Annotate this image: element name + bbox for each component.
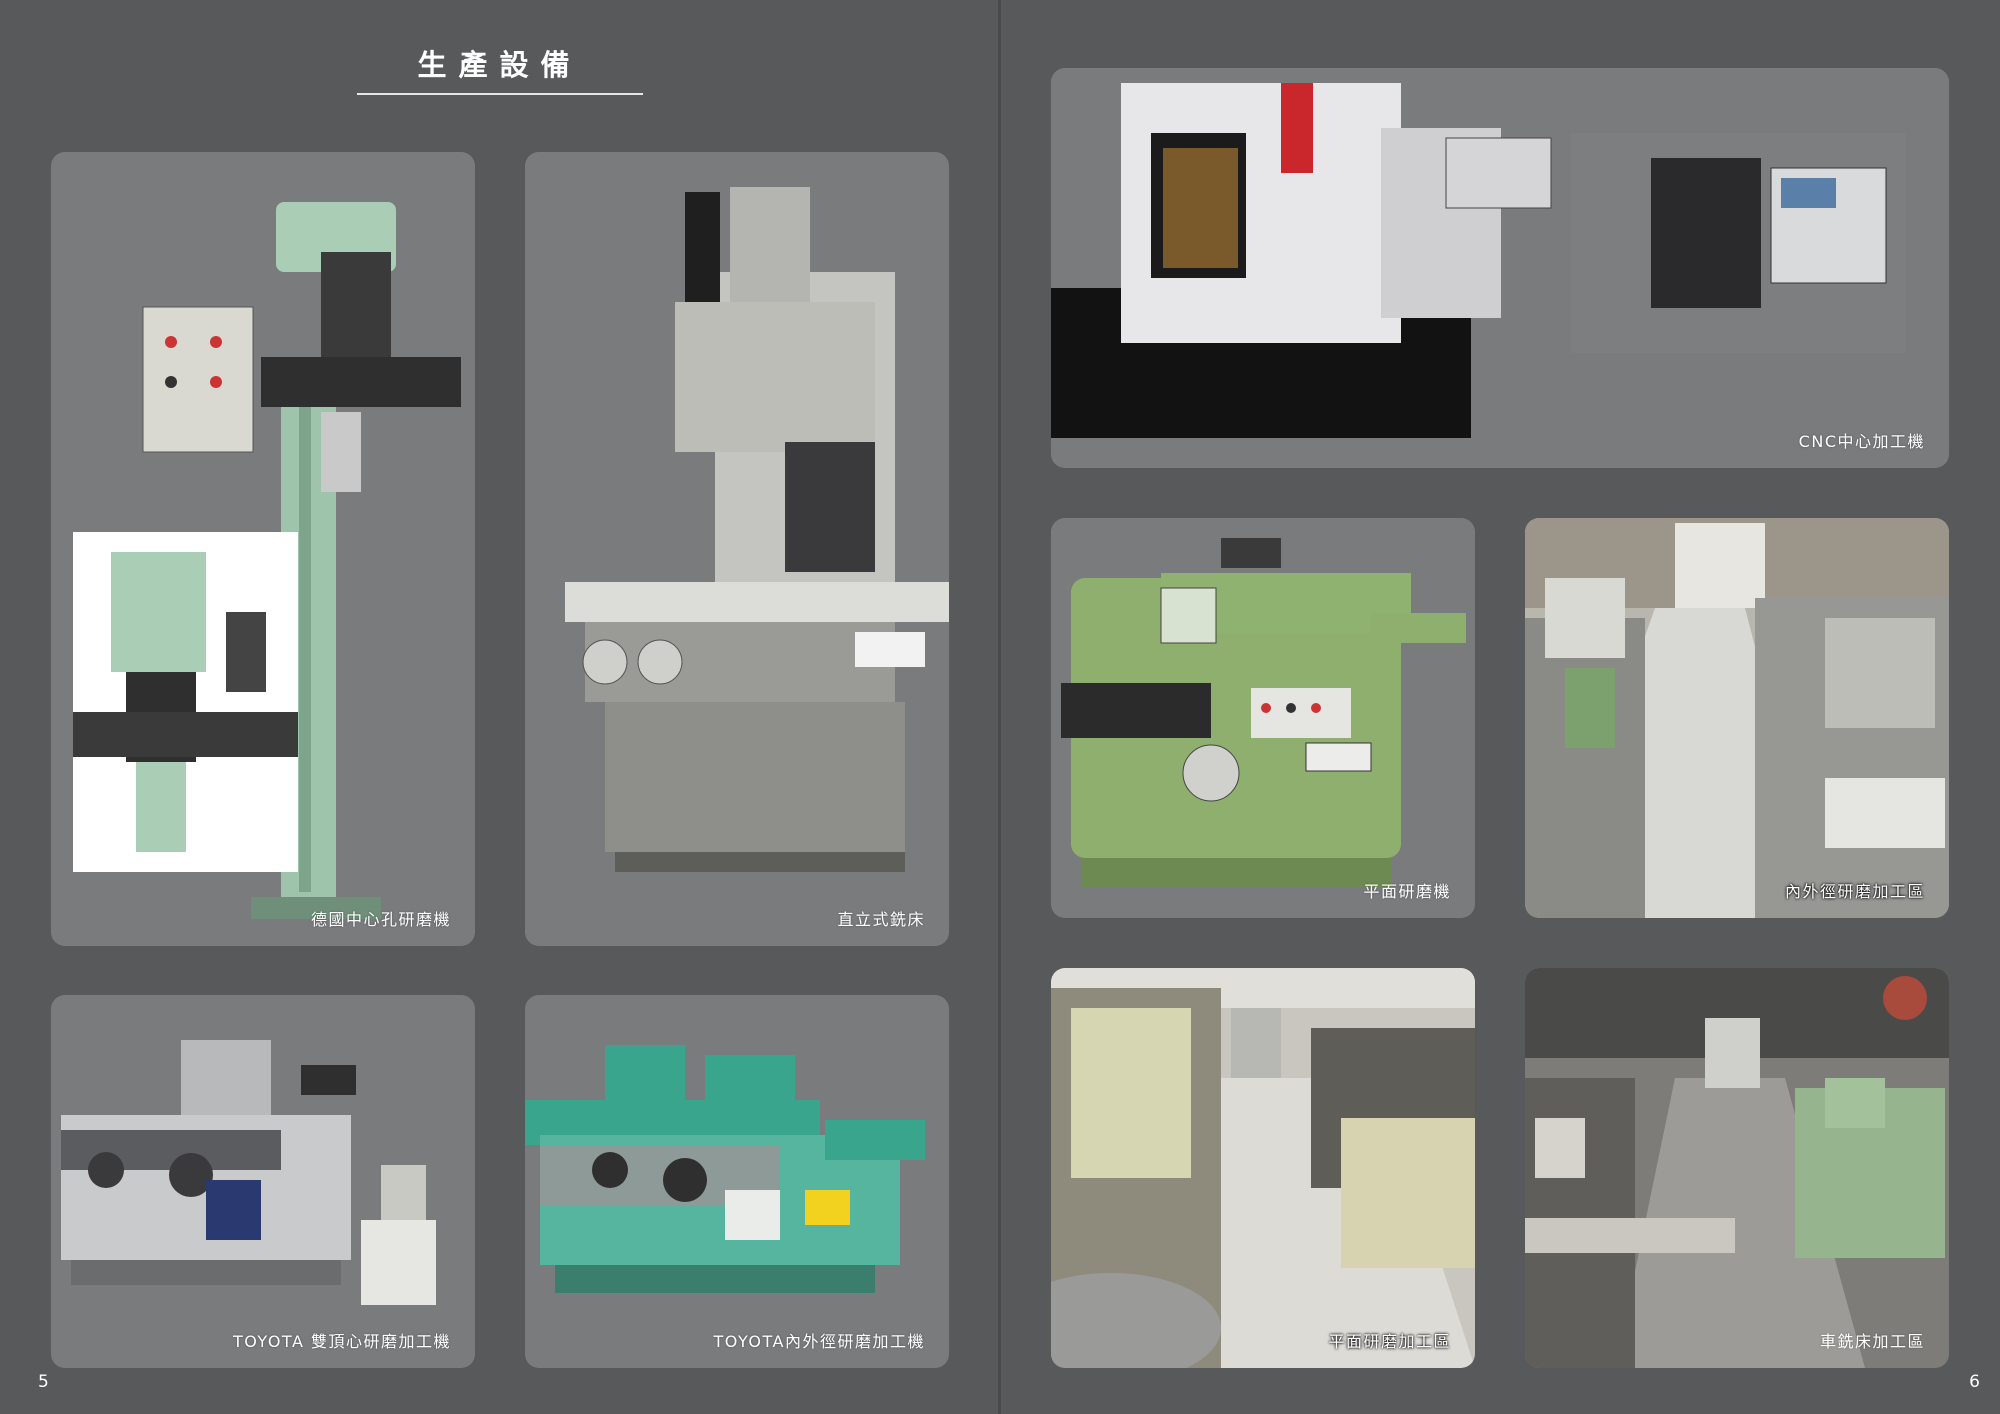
equipment-caption: 直立式銑床 [837, 910, 925, 929]
equipment-card-lathe-area: 車銑床加工區 [1525, 968, 1949, 1368]
center-hole-grinder-photo [51, 152, 475, 946]
equipment-caption: 內外徑研磨加工區 [1784, 882, 1925, 901]
equipment-card-cnc: CNC中心加工機 [1051, 68, 1949, 468]
equipment-card-surface-grinder: 平面研磨機 [1051, 518, 1475, 918]
equipment-card-id-od-area: 內外徑研磨加工區 [1525, 518, 1949, 918]
surface-grinding-area-photo [1051, 968, 1475, 1368]
equipment-caption: CNC中心加工機 [1798, 432, 1925, 451]
toyota-id-od-grinder-photo [525, 995, 949, 1368]
surface-grinder-photo [1051, 518, 1475, 918]
equipment-card-surface-area: 平面研磨加工區 [1051, 968, 1475, 1368]
vertical-milling-machine-photo [525, 152, 949, 946]
equipment-card-toyota-id-od: TOYOTA內外徑研磨加工機 [525, 995, 949, 1368]
lathe-milling-area-photo [1525, 968, 1949, 1368]
page-number-left: 5 [38, 1372, 49, 1392]
equipment-caption: TOYOTA內外徑研磨加工機 [713, 1332, 925, 1351]
equipment-caption: 德國中心孔研磨機 [310, 910, 451, 929]
equipment-caption: 平面研磨加工區 [1328, 1332, 1451, 1351]
equipment-caption: TOYOTA 雙頂心研磨加工機 [232, 1332, 451, 1351]
equipment-card-center-hole-grinder: 德國中心孔研磨機 [51, 152, 475, 946]
toyota-dual-center-grinder-photo [51, 995, 475, 1368]
left-page: 生產設備 德國中心孔研磨機 直立式銑床 TOYOTA 雙頂心研磨加工機 TOYO… [0, 0, 998, 1414]
page-number-right: 6 [1969, 1372, 1980, 1392]
cnc-machining-center-photo [1051, 68, 1949, 468]
title-underline [357, 93, 643, 95]
page-title: 生產設備 [417, 48, 582, 82]
right-page: CNC中心加工機 平面研磨機 內外徑研磨加工區 平面研磨加工區 車銑床加工區 6 [1001, 0, 2000, 1414]
equipment-card-toyota-dual-center: TOYOTA 雙頂心研磨加工機 [51, 995, 475, 1368]
equipment-card-vertical-milling: 直立式銑床 [525, 152, 949, 946]
id-od-grinding-area-photo [1525, 518, 1949, 918]
equipment-caption: 車銑床加工區 [1819, 1332, 1925, 1351]
equipment-caption: 平面研磨機 [1363, 882, 1451, 901]
